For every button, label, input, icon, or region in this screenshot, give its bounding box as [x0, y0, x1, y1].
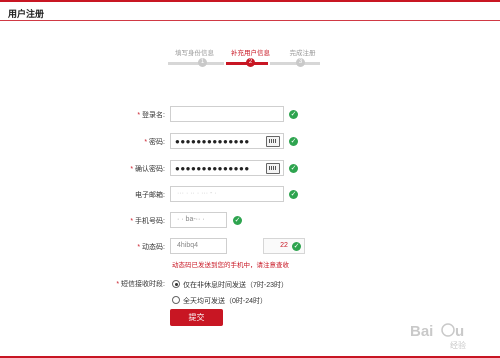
svg-text:Bai: Bai [410, 323, 433, 340]
progress-steps: 填写身份信息 补充用户信息 完成注册 1 2 3 [168, 47, 328, 71]
username-label: * 登录名: [137, 112, 165, 119]
code-input[interactable]: 4hibq4 [170, 238, 227, 254]
username-input[interactable] [170, 106, 284, 122]
step-2-dot: 2 [246, 58, 255, 67]
step-3-dot: 3 [296, 58, 305, 67]
phone-label: * 手机号码: [130, 218, 165, 225]
confirm-password-label: * 确认密码: [130, 166, 165, 173]
row-code: * 动态码: 4hibq4 22 ✓ [0, 238, 500, 256]
username-valid-icon: ✓ [289, 110, 298, 119]
row-confirm-password: * 确认密码: ●●●●●●●●●●●●●● ✓ [0, 160, 500, 178]
header-divider [0, 20, 500, 21]
confirm-password-masked-value: ●●●●●●●●●●●●●● [175, 164, 250, 173]
step-3-label: 完成注册 [289, 50, 316, 57]
submit-button[interactable]: 提交 [170, 309, 223, 326]
phone-input[interactable]: · · ba-·· · [170, 212, 227, 228]
step-1-label: 填写身份信息 [175, 50, 214, 57]
code-valid-icon: ✓ [292, 242, 301, 251]
svg-text:经验: 经验 [450, 340, 466, 350]
svg-text:u: u [455, 323, 464, 340]
step-1-dot: 1 [198, 58, 207, 67]
code-sent-note: 动态码已发送到您的手机中，请注意查收 [172, 262, 289, 269]
password-input[interactable]: ●●●●●●●●●●●●●● [170, 133, 284, 149]
sms-option-allday[interactable]: 全天均可发送（0时-24时） [172, 295, 267, 306]
confirm-password-input[interactable]: ●●●●●●●●●●●●●● [170, 160, 284, 176]
row-password: * 密码: ●●●●●●●●●●●●●● ✓ [0, 133, 500, 151]
keyboard-icon[interactable] [266, 163, 280, 174]
password-masked-value: ●●●●●●●●●●●●●● [175, 137, 250, 146]
email-input[interactable]: ··· · ·· · ··· - · [170, 186, 284, 202]
row-username: * 登录名: ✓ [0, 106, 500, 124]
radio-unselected-icon[interactable] [172, 296, 180, 304]
step-track-1 [168, 62, 224, 65]
step-track-3 [270, 62, 320, 65]
radio-selected-icon[interactable] [172, 280, 180, 288]
password-valid-icon: ✓ [289, 137, 298, 146]
email-valid-icon: ✓ [289, 190, 298, 199]
sms-period-label: * 短信接收时段: [116, 281, 165, 288]
confirm-password-valid-icon: ✓ [289, 164, 298, 173]
top-accent-bar [0, 0, 500, 2]
phone-valid-icon: ✓ [233, 216, 242, 225]
row-phone: * 手机号码: · · ba-·· · ✓ [0, 212, 500, 230]
code-label: * 动态码: [137, 244, 165, 251]
step-2-label: 补充用户信息 [231, 50, 270, 57]
email-label: 电子邮箱: [135, 192, 165, 199]
password-label: * 密码: [144, 139, 165, 146]
sms-option-daytime[interactable]: 仅在非休息时间发送（7时-23时） [172, 279, 288, 290]
row-email: 电子邮箱: ··· · ·· · ··· - · ✓ [0, 186, 500, 204]
baidu-watermark-logo: Bai u 经验 [410, 323, 466, 350]
keyboard-icon[interactable] [266, 136, 280, 147]
page-title: 用户注册 [8, 9, 45, 19]
